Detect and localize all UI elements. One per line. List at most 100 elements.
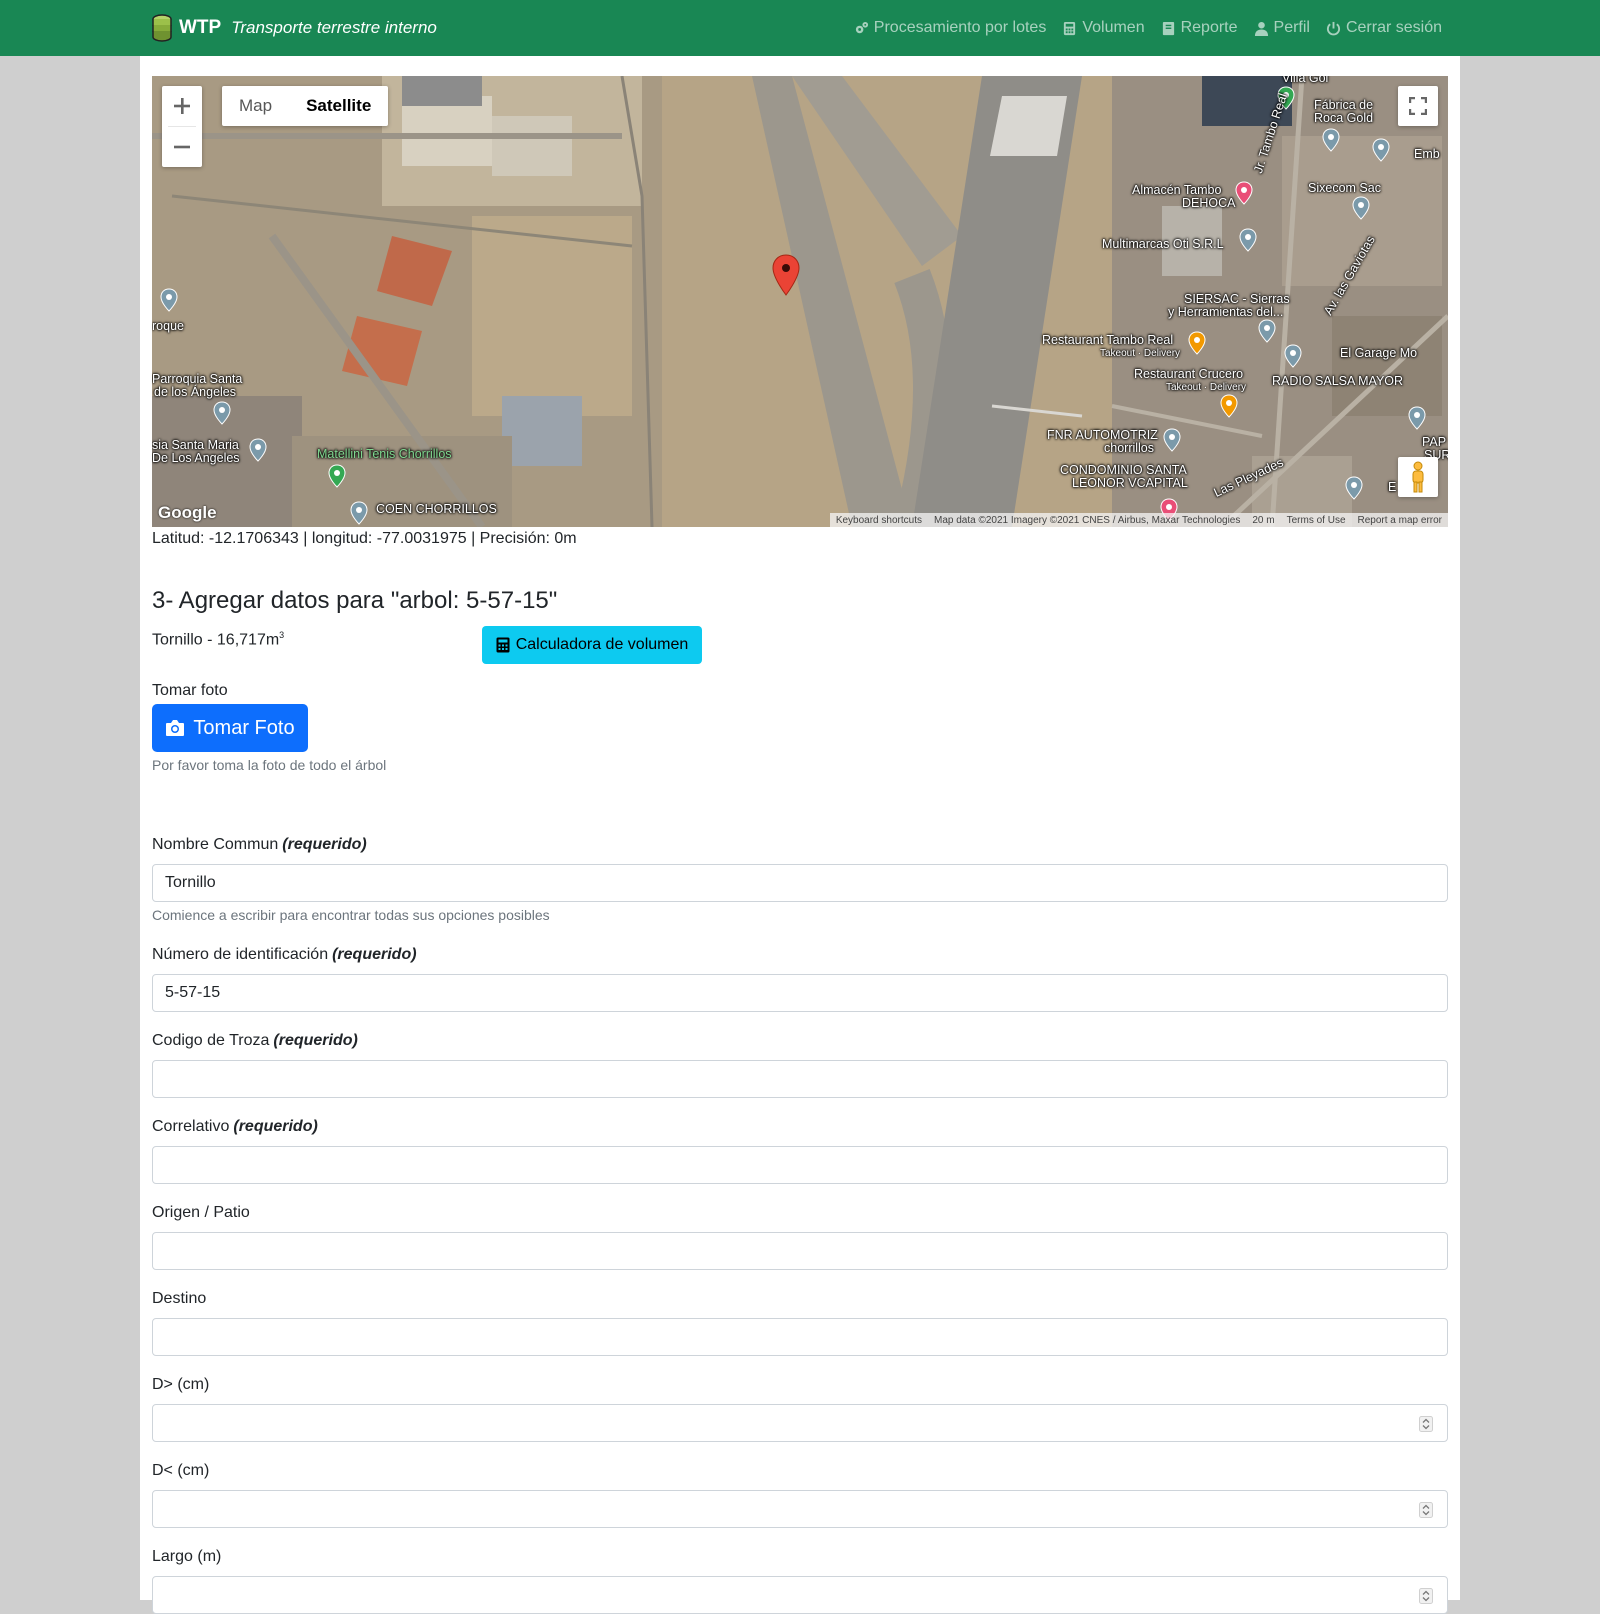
navbar: WTP Transporte terrestre interno Procesa… — [0, 0, 1600, 56]
volume-calculator-button[interactable]: Calculadora de volumen — [482, 626, 702, 664]
street-view-pegman[interactable] — [1398, 457, 1438, 497]
map-label: chorrillos — [1104, 441, 1155, 455]
poi-pin-icon[interactable] — [1345, 476, 1363, 500]
nav-profile[interactable]: Perfil — [1254, 19, 1310, 37]
section-title: 3- Agregar datos para "arbol: 5-57-15" — [152, 587, 558, 614]
nav-report-label: Reporte — [1180, 19, 1238, 36]
poi-pin-icon[interactable] — [1352, 196, 1370, 220]
poi-pin-icon[interactable] — [1322, 128, 1340, 152]
poi-pin-icon[interactable] — [249, 438, 267, 462]
species-volume-unit: 3 — [279, 630, 285, 640]
dmenor-label: D< (cm) — [152, 1462, 210, 1479]
map-label: Matellini Tenis Chorrillos — [317, 447, 452, 461]
calculator-icon — [496, 637, 510, 653]
nav-logout-label: Cerrar sesión — [1345, 19, 1442, 36]
poi-pin-icon[interactable] — [350, 501, 368, 525]
power-icon — [1326, 21, 1341, 35]
calculator-icon — [1064, 21, 1076, 35]
largo-input[interactable] — [152, 1576, 1448, 1614]
nav-volume[interactable]: Volumen — [1062, 19, 1145, 37]
map-label: y Herramientas del... — [1168, 305, 1284, 319]
main-container: Villa Gol Fábrica de Roca Gold Emb Almac… — [140, 56, 1460, 1614]
keyboard-shortcuts-link[interactable]: Keyboard shortcuts — [836, 515, 922, 526]
book-icon — [1162, 21, 1174, 35]
camera-icon — [166, 720, 185, 736]
species-volume: Tornillo - 16,717m3 — [152, 630, 284, 649]
nav-batch-processing[interactable]: Procesamiento por lotes — [854, 19, 1047, 37]
volume-calculator-label: Calculadora de volumen — [515, 636, 689, 653]
codigo-label: Codigo de Troza (requerido) — [152, 1032, 358, 1050]
plus-icon — [174, 98, 190, 114]
required-tag: (requerido) — [273, 1032, 358, 1049]
number-spinner-icon[interactable] — [1419, 1502, 1433, 1518]
nav-batch-processing-label: Procesamiento por lotes — [873, 19, 1047, 36]
number-spinner-icon[interactable] — [1419, 1588, 1433, 1604]
nombre-label: Nombre Commun (requerido) — [152, 836, 367, 854]
poi-pin-icon[interactable] — [160, 288, 178, 312]
map-type-satellite-button[interactable]: Satellite — [289, 86, 388, 126]
map-label: Villa Gol — [1282, 76, 1329, 85]
codigo-troza-input[interactable] — [152, 1060, 1448, 1098]
photo-help-text: Por favor toma la foto de todo el árbol — [152, 757, 387, 773]
destino-input[interactable] — [152, 1318, 1448, 1356]
map-label: Restaurant Crucero — [1134, 367, 1244, 381]
minus-icon — [174, 145, 190, 149]
required-tag: (requerido) — [233, 1118, 318, 1135]
map-label: Roca Gold — [1314, 111, 1374, 125]
scale-text[interactable]: 20 m — [1252, 515, 1274, 526]
nombre-label-text: Nombre Commun — [152, 836, 279, 853]
poi-pin-icon[interactable] — [1408, 406, 1426, 430]
location-marker-icon[interactable] — [772, 254, 800, 296]
zoom-control — [162, 86, 202, 167]
zoom-in-button[interactable] — [162, 86, 202, 126]
numero-label: Número de identificación (requerido) — [152, 946, 417, 964]
terms-link[interactable]: Terms of Use — [1287, 515, 1346, 526]
nav-report[interactable]: Reporte — [1161, 19, 1238, 37]
brand[interactable]: WTP Transporte terrestre interno — [151, 0, 437, 56]
diametro-menor-input[interactable] — [152, 1490, 1448, 1528]
nombre-help-text: Comience a escribir para encontrar todas… — [152, 907, 550, 923]
map-label: RADIO SALSA MAYOR — [1272, 374, 1404, 388]
take-photo-label: Tomar Foto — [193, 716, 295, 739]
required-tag: (requerido) — [282, 836, 367, 853]
map-type-map-button[interactable]: Map — [222, 86, 289, 126]
map-data-text: Map data ©2021 Imagery ©2021 CNES / Airb… — [933, 514, 1241, 526]
poi-pin-icon[interactable] — [1163, 428, 1181, 452]
report-error-link[interactable]: Report a map error — [1358, 515, 1442, 526]
diametro-mayor-input[interactable] — [152, 1404, 1448, 1442]
poi-pin-icon[interactable] — [1235, 181, 1253, 205]
nombre-commun-input[interactable]: Tornillo — [152, 864, 1448, 902]
map-attribution: Keyboard shortcuts Map data ©2021 Imager… — [829, 513, 1448, 527]
number-spinner-icon[interactable] — [1419, 1416, 1433, 1432]
map[interactable]: Villa Gol Fábrica de Roca Gold Emb Almac… — [152, 76, 1448, 527]
nav-profile-label: Perfil — [1273, 19, 1310, 36]
map-label: Restaurant Tambo Real — [1042, 333, 1174, 347]
poi-pin-icon[interactable] — [1239, 228, 1257, 252]
map-label: Emb — [1414, 147, 1440, 161]
google-logo: Google — [158, 503, 217, 522]
correlativo-label: Correlativo (requerido) — [152, 1118, 318, 1136]
numero-identificacion-value: 5-57-15 — [165, 984, 221, 1001]
poi-pin-icon[interactable] — [1284, 344, 1302, 368]
destino-label: Destino — [152, 1290, 207, 1307]
correlativo-input[interactable] — [152, 1146, 1448, 1184]
gears-icon — [855, 21, 868, 33]
poi-pin-icon[interactable] — [1188, 331, 1206, 355]
database-logo-icon — [152, 14, 172, 42]
poi-pin-icon[interactable] — [1372, 138, 1390, 162]
poi-pin-icon[interactable] — [328, 464, 346, 488]
numero-identificacion-input[interactable]: 5-57-15 — [152, 974, 1448, 1012]
nav-logout[interactable]: Cerrar sesión — [1326, 19, 1442, 37]
map-label: E — [1388, 480, 1397, 494]
brand-subtitle: Transporte terrestre interno — [231, 18, 437, 37]
poi-pin-icon[interactable] — [1220, 394, 1238, 418]
poi-pin-icon[interactable] — [213, 401, 231, 425]
fullscreen-button[interactable] — [1398, 86, 1438, 126]
user-icon — [1254, 21, 1268, 36]
brand-name: WTP — [179, 17, 222, 38]
poi-pin-icon[interactable] — [1258, 319, 1276, 343]
take-photo-button[interactable]: Tomar Foto — [152, 704, 308, 752]
origen-patio-input[interactable] — [152, 1232, 1448, 1270]
zoom-out-button[interactable] — [162, 127, 202, 167]
correlativo-label-text: Correlativo — [152, 1118, 230, 1135]
